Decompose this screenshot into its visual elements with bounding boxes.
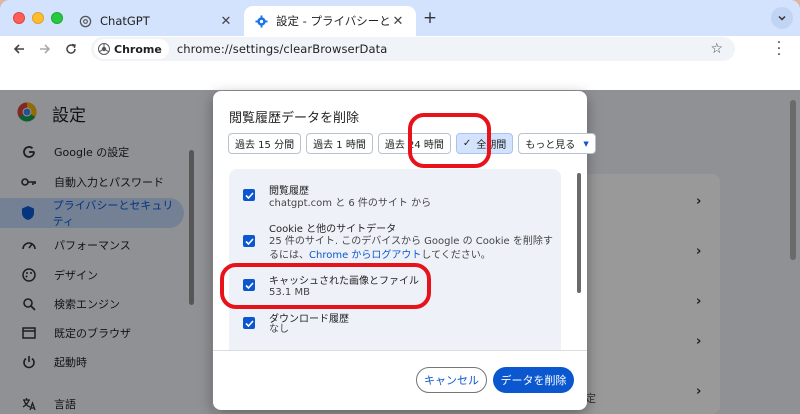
close-icon[interactable]: ✕ bbox=[218, 14, 234, 29]
scrollbar-thumb[interactable] bbox=[790, 100, 796, 260]
checkmark-icon: ✓ bbox=[462, 138, 472, 149]
download-history-checkbox[interactable] bbox=[243, 317, 255, 329]
range-all-time-button[interactable]: ✓ 全期間 bbox=[455, 133, 514, 154]
item-title: キャッシュされた画像とファイル bbox=[269, 276, 419, 287]
site-chip-label: Chrome bbox=[114, 42, 162, 56]
back-button[interactable] bbox=[9, 39, 29, 59]
cancel-button[interactable]: キャンセル bbox=[416, 367, 487, 393]
reload-icon bbox=[66, 43, 76, 54]
tab-title: ChatGPT bbox=[100, 14, 150, 28]
item-subtitle: 53.1 MB bbox=[269, 287, 310, 298]
dialog-scrollbar[interactable] bbox=[576, 169, 582, 351]
range-15min-button[interactable]: 過去 15 分間 bbox=[228, 133, 302, 154]
range-label: 過去 24 時間 bbox=[384, 140, 444, 151]
tab-strip: ChatGPT ✕ 設定 - プライバシーとセキュリティ ✕ + bbox=[0, 0, 800, 36]
clear-browsing-data-dialog: 閲覧履歴データを削除 過去 15 分間 過去 1 時間 過去 24 時間 ✓ 全期… bbox=[213, 91, 596, 410]
range-label: もっと見る bbox=[525, 140, 576, 151]
settings-gear-icon bbox=[254, 14, 268, 28]
item-title: Cookie と他のサイトデータ bbox=[269, 224, 397, 235]
dialog-title: 閲覧履歴データを削除 bbox=[229, 111, 360, 126]
checkmark-icon bbox=[244, 191, 254, 199]
item-subtitle: なし bbox=[269, 324, 289, 335]
scrollbar-thumb[interactable] bbox=[577, 173, 581, 293]
chevron-down-icon bbox=[778, 15, 786, 21]
bookmark-star-icon[interactable]: ☆ bbox=[710, 41, 723, 57]
tab-search-button[interactable] bbox=[771, 7, 793, 29]
maximize-window-button[interactable] bbox=[51, 12, 63, 24]
site-chip[interactable]: Chrome bbox=[94, 39, 169, 59]
sign-out-link[interactable]: Chrome からログアウト bbox=[309, 250, 421, 261]
reload-button[interactable] bbox=[61, 39, 81, 59]
chrome-logo-icon bbox=[98, 43, 110, 55]
forward-arrow-icon bbox=[40, 44, 51, 54]
range-label: 全期間 bbox=[476, 140, 507, 151]
range-24hours-button[interactable]: 過去 24 時間 bbox=[377, 133, 451, 154]
cookies-subtitle-suffix: してください。 bbox=[421, 250, 491, 261]
browser-window: ChatGPT ✕ 設定 - プライバシーとセキュリティ ✕ + Ch bbox=[0, 0, 800, 414]
back-arrow-icon bbox=[13, 44, 24, 54]
item-subtitle: chatgpt.com と 6 件のサイト から bbox=[269, 198, 432, 209]
cookies-checkbox[interactable] bbox=[243, 235, 255, 247]
tab-chatgpt[interactable]: ChatGPT ✕ bbox=[68, 6, 244, 36]
close-window-button[interactable] bbox=[13, 12, 25, 24]
minimize-window-button[interactable] bbox=[32, 12, 44, 24]
item-title: 閲覧履歴 bbox=[269, 186, 309, 197]
range-label: 過去 15 分間 bbox=[235, 140, 295, 151]
checkmark-icon bbox=[244, 281, 254, 289]
more-ranges-dropdown[interactable]: もっと見る ▼ bbox=[518, 133, 596, 154]
browsing-history-checkbox[interactable] bbox=[243, 189, 255, 201]
range-1hour-button[interactable]: 過去 1 時間 bbox=[306, 133, 373, 154]
chatgpt-icon bbox=[78, 14, 92, 28]
new-tab-button[interactable]: + bbox=[420, 8, 440, 28]
data-type-list: 閲覧履歴 chatgpt.com と 6 件のサイト から Cookie と他の… bbox=[229, 169, 561, 351]
delete-data-button[interactable]: データを削除 bbox=[493, 367, 574, 393]
range-label: 過去 1 時間 bbox=[313, 140, 366, 151]
tab-title: 設定 - プライバシーとセキュリティ bbox=[276, 14, 390, 28]
dropdown-arrow-icon: ▼ bbox=[583, 139, 589, 148]
close-icon[interactable]: ✕ bbox=[390, 14, 406, 29]
page-scrollbar[interactable] bbox=[790, 100, 796, 370]
forward-button[interactable] bbox=[35, 39, 55, 59]
address-bar[interactable]: Chrome chrome://settings/clearBrowserDat… bbox=[91, 37, 735, 61]
checkmark-icon bbox=[244, 319, 254, 327]
cached-images-checkbox[interactable] bbox=[243, 279, 255, 291]
time-range-selector: 過去 15 分間 過去 1 時間 過去 24 時間 ✓ 全期間 もっと見る ▼ bbox=[228, 133, 601, 154]
tab-settings[interactable]: 設定 - プライバシーとセキュリティ ✕ bbox=[244, 6, 416, 36]
divider bbox=[213, 350, 587, 351]
more-menu-button[interactable]: · · · bbox=[773, 36, 785, 62]
checkmark-icon bbox=[244, 237, 254, 245]
url-text[interactable]: chrome://settings/clearBrowserData bbox=[177, 42, 388, 56]
item-subtitle: 25 件のサイト. このデバイスから Google の Cookie を削除する… bbox=[269, 235, 559, 263]
